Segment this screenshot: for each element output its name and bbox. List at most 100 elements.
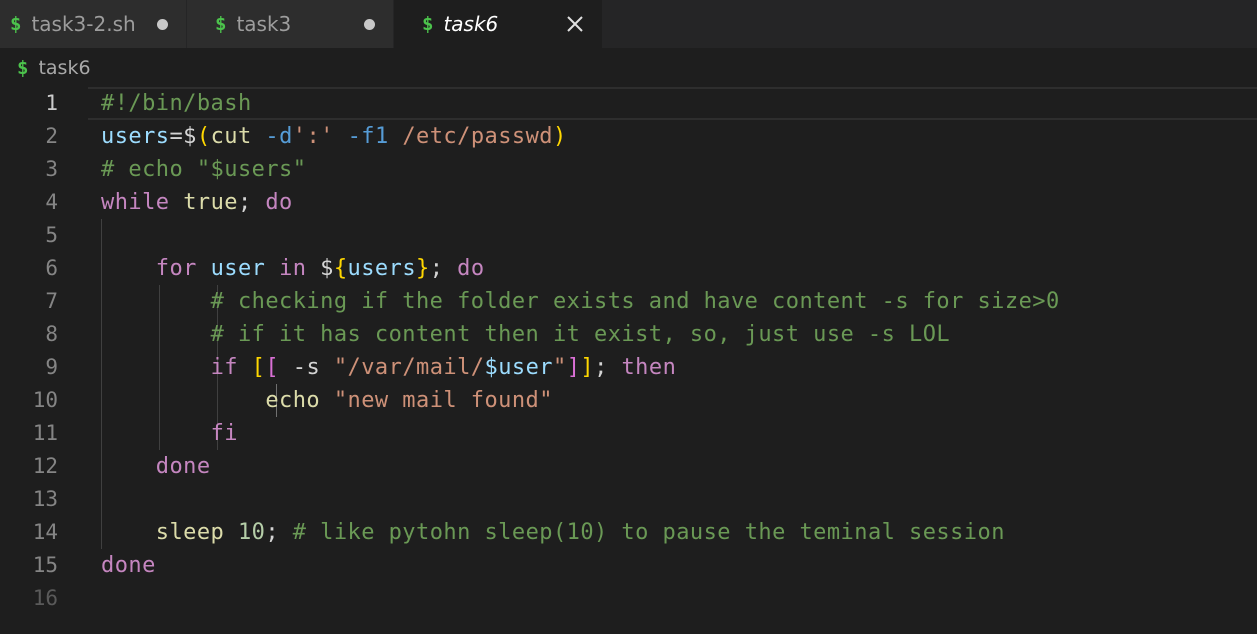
code-token: ; <box>237 190 266 215</box>
code-line[interactable]: 14 sleep 10; # like pytohn sleep(10) to … <box>0 516 1257 549</box>
line-code[interactable]: sleep 10; # like pytohn sleep(10) to pau… <box>101 516 1005 549</box>
tab-task3-2-sh[interactable]: $ task3-2.sh <box>0 0 187 48</box>
code-token: ] <box>580 355 595 380</box>
code-token: 10 <box>237 520 266 545</box>
line-code[interactable]: echo "new mail found" <box>101 384 553 417</box>
line-code[interactable]: # echo "$users" <box>101 153 306 186</box>
code-token: in <box>279 256 307 281</box>
close-icon[interactable] <box>560 9 590 39</box>
line-code[interactable]: # checking if the folder exists and have… <box>101 285 1060 318</box>
code-token: done <box>101 553 156 578</box>
code-line[interactable]: 7 # checking if the folder exists and ha… <box>0 285 1257 318</box>
tab-task6[interactable]: $ task6 <box>394 0 602 48</box>
code-line[interactable]: 1 #!/bin/bash <box>0 87 1257 120</box>
code-token: cut <box>210 124 252 149</box>
code-token: " <box>552 355 567 380</box>
code-token: true <box>183 190 238 215</box>
code-token: # checking if the folder exists and have… <box>210 289 1060 314</box>
line-code[interactable]: #!/bin/bash <box>101 87 252 120</box>
code-token: /etc/passwd <box>388 124 553 149</box>
code-line[interactable]: 6 for user in ${users}; do <box>0 252 1257 285</box>
code-line[interactable]: 10 echo "new mail found" <box>0 384 1257 417</box>
code-token: "/var/mail/ <box>333 355 485 380</box>
line-code[interactable]: done <box>101 549 156 582</box>
code-token: for <box>155 256 197 281</box>
line-number: 2 <box>45 124 58 148</box>
code-line[interactable]: 11 fi <box>0 417 1257 450</box>
code-token: # echo "$users" <box>101 157 307 182</box>
code-token: [ <box>251 355 266 380</box>
tab-bar: $ task3-2.sh $ task3 $ task6 <box>0 0 1257 48</box>
code-token: ] <box>566 355 581 380</box>
line-code[interactable]: for user in ${users}; do <box>101 252 485 285</box>
code-token: # like pytohn sleep(10) to pause the tem… <box>292 520 1005 545</box>
code-token: =$ <box>169 124 197 149</box>
code-line[interactable]: 15 done <box>0 549 1257 582</box>
breadcrumb[interactable]: $ task6 <box>0 52 1257 84</box>
line-number: 6 <box>45 256 58 280</box>
shell-file-icon: $ <box>215 13 227 35</box>
line-code[interactable]: # if it has content then it exist, so, j… <box>101 318 950 351</box>
code-token: fi <box>210 421 238 446</box>
code-line[interactable]: 9 if [[ -s "/var/mail/$user"]]; then <box>0 351 1257 384</box>
line-number: 5 <box>45 223 58 247</box>
breadcrumb-file[interactable]: task6 <box>38 57 90 79</box>
line-number: 11 <box>32 421 58 445</box>
code-line[interactable]: 4 while true; do <box>0 186 1257 219</box>
code-token: ; <box>265 520 293 545</box>
line-number: 1 <box>45 91 58 115</box>
code-line[interactable]: 13 <box>0 483 1257 516</box>
code-token: if <box>210 355 238 380</box>
code-line[interactable]: 2 users=$(cut -d':' -f1 /etc/passwd) <box>0 120 1257 153</box>
code-token: $user <box>484 355 553 380</box>
code-editor[interactable]: 1 #!/bin/bash 2 users=$(cut -d':' -f1 /etc/… <box>0 87 1257 634</box>
line-number: 14 <box>32 520 58 544</box>
code-line[interactable]: 3 # echo "$users" <box>0 153 1257 186</box>
line-number: 13 <box>32 487 58 511</box>
code-line[interactable]: 8 # if it has content then it exist, so,… <box>0 318 1257 351</box>
line-code[interactable]: while true; do <box>101 186 293 219</box>
line-number: 3 <box>45 157 58 181</box>
code-line[interactable]: 5 <box>0 219 1257 252</box>
tab-label: task3 <box>236 12 292 36</box>
code-token: do <box>265 190 293 215</box>
code-token: $ <box>306 256 334 281</box>
line-code[interactable]: if [[ -s "/var/mail/$user"]]; then <box>101 351 676 384</box>
shell-file-icon: $ <box>17 57 29 79</box>
line-number: 12 <box>32 454 58 478</box>
code-line[interactable]: 16 <box>0 582 1257 615</box>
unsaved-dot-icon[interactable] <box>364 18 375 30</box>
tab-task3[interactable]: $ task3 <box>187 0 394 48</box>
code-token: users <box>347 256 417 281</box>
line-number: 9 <box>45 355 58 379</box>
line-number: 7 <box>45 289 58 313</box>
code-token: sleep <box>155 520 225 545</box>
code-token: do <box>457 256 485 281</box>
code-token: #!/bin/bash <box>101 91 252 116</box>
line-code[interactable]: done <box>101 450 211 483</box>
code-token: { <box>333 256 348 281</box>
code-token: [ <box>265 355 280 380</box>
code-token: while <box>101 190 170 215</box>
unsaved-dot-icon[interactable] <box>157 18 168 30</box>
code-token: -f1 <box>347 124 389 149</box>
code-token: then <box>621 355 677 380</box>
code-line[interactable]: 12 done <box>0 450 1257 483</box>
code-token: user <box>210 256 266 281</box>
line-code[interactable]: fi <box>101 417 238 450</box>
code-token: "new mail found" <box>333 388 553 413</box>
line-code[interactable]: users=$(cut -d':' -f1 /etc/passwd) <box>101 120 567 153</box>
code-token: done <box>155 454 211 479</box>
